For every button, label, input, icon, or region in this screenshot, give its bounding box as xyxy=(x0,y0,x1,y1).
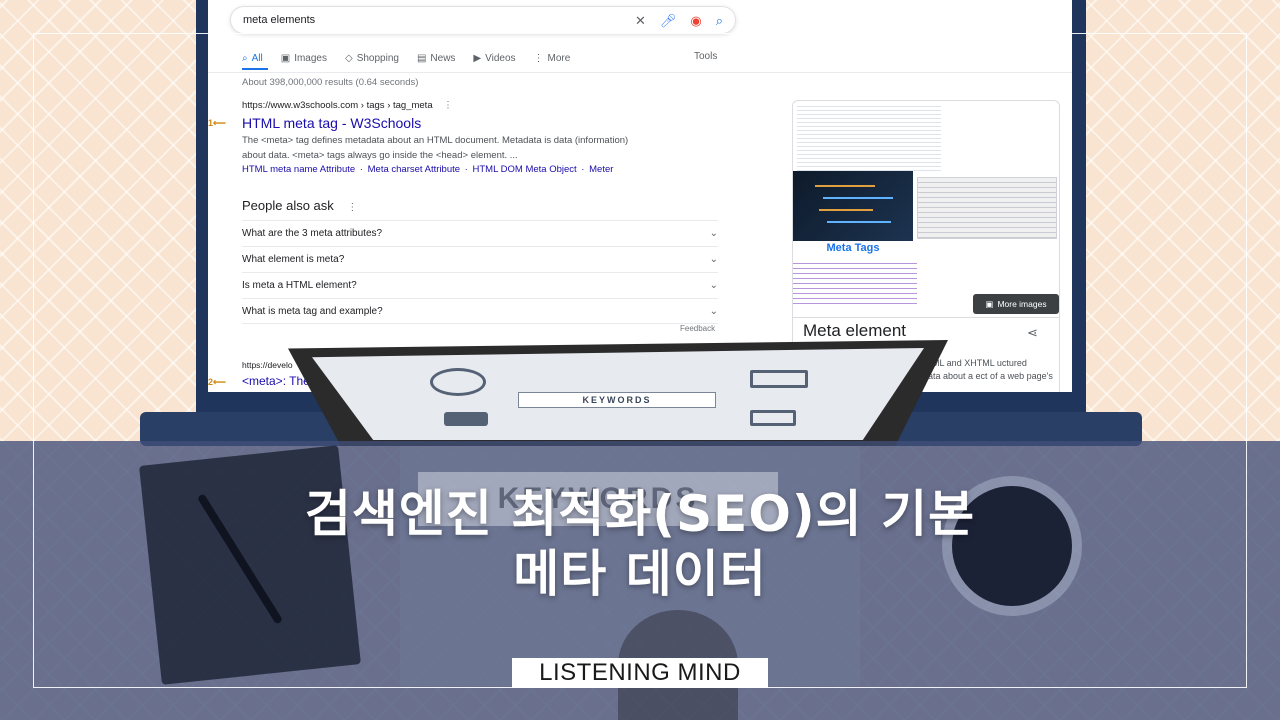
mic-icon[interactable]: 🎤︎ xyxy=(660,14,677,27)
divider xyxy=(793,317,1059,318)
tab-news[interactable]: ▤ News xyxy=(417,53,455,64)
sitelink-separator: · xyxy=(462,164,471,175)
title-line-1: 검색엔진 최적화(SEO)의 기본 xyxy=(304,485,976,543)
rank-number: 2 xyxy=(208,377,214,387)
chevron-down-icon: ⌄ xyxy=(709,228,718,239)
title-line-2: 메타 데이터 xyxy=(513,545,767,603)
paa-question-text: What is meta tag and example? xyxy=(242,305,383,317)
more-options-icon[interactable]: ⋮ xyxy=(347,202,357,213)
snippet-line: about data. <meta> tags always go inside… xyxy=(242,150,518,161)
rank-marker: 2⟵ xyxy=(208,377,226,387)
tab-label: Images xyxy=(294,52,327,64)
code-image[interactable] xyxy=(793,259,917,307)
more-images-button[interactable]: ▣ More images xyxy=(973,294,1059,314)
paa-question-text: What element is meta? xyxy=(242,254,345,265)
search-icon[interactable]: ⌕ xyxy=(716,14,723,27)
tab-label: All xyxy=(251,52,263,64)
search-input[interactable] xyxy=(243,14,621,26)
snippet-line: The <meta> tag defines metadata about an… xyxy=(242,135,629,146)
tab-videos[interactable]: ▶ Videos xyxy=(473,53,515,64)
tab-all[interactable]: ⌕ All xyxy=(242,53,263,64)
people-also-ask-heading: People also ask ⋮ xyxy=(242,198,357,213)
paa-question[interactable]: What element is meta? ⌄ xyxy=(242,246,718,272)
active-tab-indicator xyxy=(242,68,268,70)
page-title: 검색엔진 최적화(SEO)의 기본 메타 데이터 xyxy=(0,484,1280,604)
tablet: KEYWORDS xyxy=(288,340,948,446)
paa-question[interactable]: What is meta tag and example? ⌄ xyxy=(242,298,718,324)
paa-title: People also ask xyxy=(242,198,334,213)
sitelink[interactable]: HTML DOM Meta Object xyxy=(473,164,577,175)
sitelink[interactable]: Meta charset Attribute xyxy=(368,164,460,175)
keywords-search-bar: KEYWORDS xyxy=(518,392,716,408)
close-icon[interactable]: ✕ xyxy=(635,14,646,27)
result-title-link[interactable]: HTML meta tag - W3Schools xyxy=(242,115,682,131)
image-caption[interactable]: Meta Tags xyxy=(793,242,913,254)
chevron-down-icon: ⌄ xyxy=(709,254,718,265)
chevron-down-icon: ⌄ xyxy=(709,280,718,291)
tab-label: News xyxy=(430,52,456,64)
more-icon: ⋮ xyxy=(533,52,544,64)
laptop-screen: ✕ 🎤︎ ◉ ⌕ ⌕ All ▣ Images ◇ Shopping ▤ New… xyxy=(208,0,1072,392)
tab-shopping[interactable]: ◇ Shopping xyxy=(345,53,399,64)
divider xyxy=(208,72,1072,73)
search-result: https://www.w3schools.com › tags › tag_m… xyxy=(242,100,682,175)
search-box[interactable]: ✕ 🎤︎ ◉ ⌕ xyxy=(230,6,736,34)
tab-more[interactable]: ⋮ More xyxy=(534,53,571,64)
search-icon: ⌕ xyxy=(242,52,248,64)
result-cite: https://www.w3schools.com › tags › tag_m… xyxy=(242,100,682,111)
paa-question[interactable]: Is meta a HTML element? ⌄ xyxy=(242,272,718,298)
knowledge-panel-title: Meta element xyxy=(803,321,906,340)
tab-label: Videos xyxy=(485,52,516,64)
feedback-link[interactable]: Feedback xyxy=(680,324,715,333)
news-icon: ▤ xyxy=(416,52,427,64)
screenshot-image[interactable] xyxy=(917,177,1057,239)
camera-icon[interactable]: ◉ xyxy=(690,14,701,27)
sitelink-separator: · xyxy=(357,164,366,175)
sitelink[interactable]: Meter xyxy=(589,164,613,175)
result-snippet: The <meta> tag defines metadata about an… xyxy=(242,133,682,163)
globe-icon xyxy=(430,368,486,396)
paa-question-text: What are the 3 meta attributes? xyxy=(242,228,383,239)
play-icon xyxy=(750,410,796,426)
brand-label: LISTENING MIND xyxy=(512,658,768,688)
sitelink-separator: · xyxy=(578,164,588,175)
tab-label: More xyxy=(547,52,571,64)
monitor-icon xyxy=(750,370,808,388)
sitelink[interactable]: HTML meta name Attribute xyxy=(242,164,355,175)
tools-button[interactable]: Tools xyxy=(694,51,717,62)
more-options-icon[interactable]: ⋮ xyxy=(443,100,453,111)
rank-marker: 1⟵ xyxy=(208,118,226,128)
result-sitelinks: HTML meta name Attribute · Meta charset … xyxy=(242,164,682,175)
results-stats: About 398,000,000 results (0.64 seconds) xyxy=(242,77,419,88)
more-images-label: More images xyxy=(997,299,1047,309)
people-also-ask-list: What are the 3 meta attributes? ⌄ What e… xyxy=(242,220,718,324)
tab-images[interactable]: ▣ Images xyxy=(281,53,327,64)
result-url[interactable]: https://www.w3schools.com › tags › tag_m… xyxy=(242,100,433,111)
paa-question-text: Is meta a HTML element? xyxy=(242,280,357,291)
tag-icon: ◇ xyxy=(344,52,353,64)
image-icon: ▣ xyxy=(280,52,291,64)
share-icon[interactable]: ⋖ xyxy=(1027,325,1038,341)
rank-number: 1 xyxy=(208,118,214,128)
search-tabs: ⌕ All ▣ Images ◇ Shopping ▤ News ▶ Video… xyxy=(242,48,722,68)
chevron-down-icon: ⌄ xyxy=(709,305,718,317)
video-icon: ▶ xyxy=(473,52,482,64)
tab-label: Shopping xyxy=(356,52,399,64)
code-image[interactable] xyxy=(797,103,941,171)
paa-question[interactable]: What are the 3 meta attributes? ⌄ xyxy=(242,220,718,246)
image-icon: ▣ xyxy=(985,298,994,309)
code-image-dark[interactable] xyxy=(793,171,913,241)
chat-icon xyxy=(444,412,488,426)
